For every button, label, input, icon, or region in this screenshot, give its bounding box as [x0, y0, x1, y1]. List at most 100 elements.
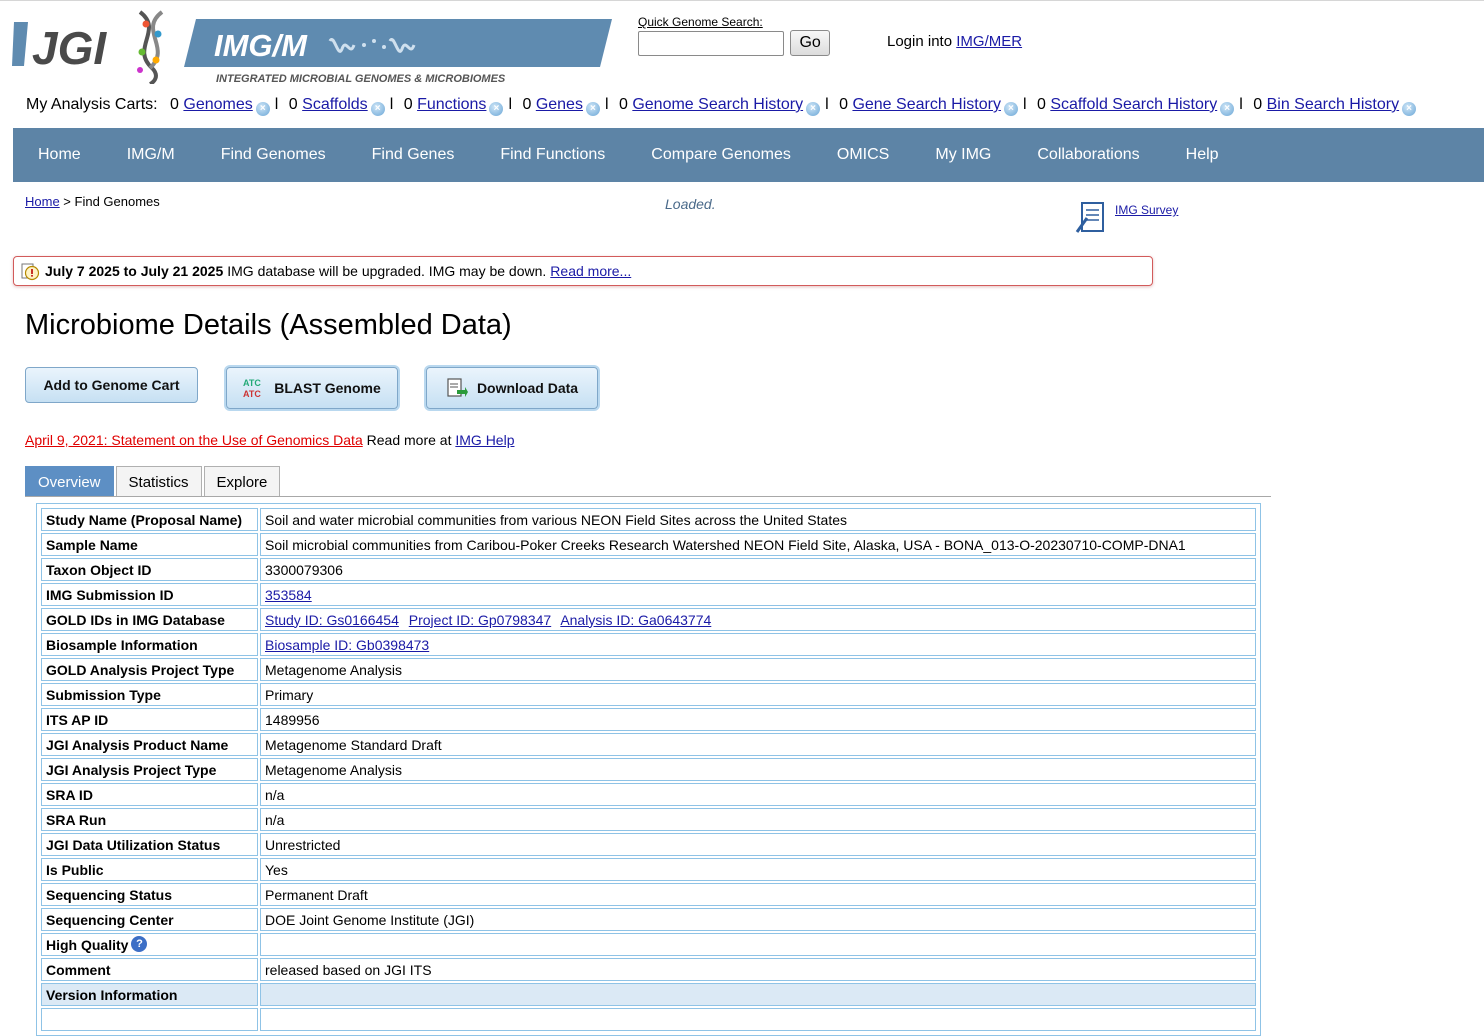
download-data-button[interactable]: Download Data: [426, 367, 598, 409]
img-help-link[interactable]: IMG Help: [455, 432, 514, 448]
table-row: SRA Run n/a: [41, 808, 1256, 831]
clear-cart-icon[interactable]: ×: [1402, 102, 1417, 116]
blast-dna-icon: ATC ATC: [243, 378, 261, 399]
breadcrumb: Home > Find Genomes: [25, 194, 160, 209]
table-row: Taxon Object ID 3300079306: [41, 558, 1256, 581]
clear-cart-icon[interactable]: ×: [489, 102, 504, 116]
svg-text:ATC: ATC: [243, 378, 261, 388]
cart-link-scaffold-search-history[interactable]: Scaffold Search History: [1050, 96, 1217, 113]
cart-link-functions[interactable]: Functions: [417, 96, 486, 113]
biosample-id-link[interactable]: Biosample ID: Gb0398473: [265, 637, 429, 653]
clear-cart-icon[interactable]: ×: [585, 102, 600, 116]
table-row: JGI Analysis Product Name Metagenome Sta…: [41, 733, 1256, 756]
table-row: Sequencing Center DOE Joint Genome Insti…: [41, 908, 1256, 931]
clear-cart-icon[interactable]: ×: [370, 102, 385, 116]
field-value: 3300079306: [260, 558, 1256, 581]
nav-collaborations[interactable]: Collaborations: [1014, 146, 1162, 164]
cart-separator: l: [604, 96, 609, 113]
nav-omics[interactable]: OMICS: [814, 146, 912, 164]
field-value: DOE Joint Genome Institute (JGI): [260, 908, 1256, 931]
img-m-subtitle: INTEGRATED MICROBIAL GENOMES & MICROBIOM…: [216, 73, 506, 85]
go-button[interactable]: Go: [790, 30, 830, 56]
gold-project-id-link[interactable]: Project ID: Gp0798347: [409, 612, 551, 628]
nav-compare-genomes[interactable]: Compare Genomes: [628, 146, 814, 164]
table-row: Sample Name Soil microbial communities f…: [41, 533, 1256, 556]
cart-link-genes[interactable]: Genes: [536, 96, 583, 113]
nav-help[interactable]: Help: [1163, 146, 1242, 164]
statement-link[interactable]: April 9, 2021: Statement on the Use of G…: [25, 432, 363, 448]
clear-cart-icon[interactable]: ×: [806, 102, 821, 116]
tab-explore[interactable]: Explore: [203, 466, 281, 497]
field-value: n/a: [260, 783, 1256, 806]
field-value: 1489956: [260, 708, 1256, 731]
tab-overview[interactable]: Overview: [25, 466, 114, 497]
download-icon: [447, 378, 468, 397]
table-row: [41, 1008, 1256, 1031]
blast-genome-button[interactable]: ATC ATC BLAST Genome: [226, 367, 398, 409]
nav-find-genes[interactable]: Find Genes: [349, 146, 478, 164]
nav-img-m[interactable]: IMG/M: [104, 146, 198, 164]
field-value: Permanent Draft: [260, 883, 1256, 906]
img-m-banner[interactable]: IMG/M INTEGRATED MICROBIAL GENOMES & MIC…: [184, 19, 612, 87]
cart-separator: l: [389, 96, 394, 113]
img-survey-link[interactable]: IMG Survey: [1115, 203, 1178, 217]
field-label: [41, 1008, 258, 1031]
nav-find-genomes[interactable]: Find Genomes: [198, 146, 349, 164]
cart-count: 0: [170, 96, 179, 113]
field-label: JGI Analysis Project Type: [41, 758, 258, 781]
cart-separator: l: [274, 96, 279, 113]
field-value: Unrestricted: [260, 833, 1256, 856]
field-label: Biosample Information: [41, 633, 258, 656]
help-icon[interactable]: ?: [131, 936, 148, 952]
nav-my-img[interactable]: My IMG: [912, 146, 1014, 164]
nav-find-functions[interactable]: Find Functions: [477, 146, 628, 164]
gold-study-id-link[interactable]: Study ID: Gs0166454: [265, 612, 399, 628]
field-label: JGI Data Utilization Status: [41, 833, 258, 856]
add-to-genome-cart-button[interactable]: Add to Genome Cart: [25, 367, 198, 403]
login-link[interactable]: IMG/MER: [956, 33, 1022, 50]
quick-search-input[interactable]: [638, 30, 784, 56]
cart-link-genome-search-history[interactable]: Genome Search History: [632, 96, 803, 113]
cart-count: 0: [403, 96, 413, 113]
login-prefix: Login into: [887, 33, 957, 50]
jgi-logo-text: JGI: [32, 22, 107, 74]
notice-read-more-link[interactable]: Read more...: [550, 263, 631, 279]
cart-link-gene-search-history[interactable]: Gene Search History: [852, 96, 1001, 113]
cart-separator: l: [825, 96, 829, 113]
img-m-title: IMG/M: [214, 28, 308, 63]
clear-cart-icon[interactable]: ×: [255, 102, 270, 116]
tab-statistics[interactable]: Statistics: [115, 466, 202, 497]
cart-count: 0: [522, 96, 532, 113]
notice-message: IMG database will be upgraded. IMG may b…: [227, 263, 547, 279]
jgi-logo[interactable]: JGI: [12, 8, 182, 84]
clear-cart-icon[interactable]: ×: [1220, 102, 1235, 116]
field-label: Sample Name: [41, 533, 258, 556]
survey-icon[interactable]: [1073, 200, 1109, 236]
cart-link-scaffolds[interactable]: Scaffolds: [302, 96, 368, 113]
cart-count: 0: [1253, 96, 1263, 113]
cart-link-genomes[interactable]: Genomes: [183, 96, 252, 113]
field-label: SRA ID: [41, 783, 258, 806]
field-value: [260, 1008, 1256, 1031]
field-label: Comment: [41, 958, 258, 981]
field-value: Metagenome Standard Draft: [260, 733, 1256, 756]
table-row: GOLD IDs in IMG Database Study ID: Gs016…: [41, 608, 1256, 631]
field-label: Submission Type: [41, 683, 258, 706]
field-value: Metagenome Analysis: [260, 658, 1256, 681]
clear-cart-icon[interactable]: ×: [1003, 102, 1018, 116]
table-row: Study Name (Proposal Name) Soil and wate…: [41, 508, 1256, 531]
tab-divider: [25, 496, 1271, 497]
cart-functions: 0 Functions ×: [404, 96, 504, 116]
cart-link-bin-search-history[interactable]: Bin Search History: [1267, 96, 1400, 113]
gold-analysis-id-link[interactable]: Analysis ID: Ga0643774: [560, 612, 711, 628]
svg-text:ATC: ATC: [243, 389, 261, 399]
warning-icon: [21, 263, 40, 281]
submission-id-link[interactable]: 353584: [265, 587, 312, 603]
field-value: [260, 933, 1256, 956]
breadcrumb-home[interactable]: Home: [25, 194, 60, 209]
maintenance-notice: July 7 2025 to July 21 2025 IMG database…: [13, 256, 1153, 286]
nav-home[interactable]: Home: [13, 146, 104, 164]
breadcrumb-current: Find Genomes: [74, 194, 160, 209]
field-value: Soil and water microbial communities fro…: [260, 508, 1256, 531]
login-prompt: Login into IMG/MER: [887, 33, 1022, 50]
